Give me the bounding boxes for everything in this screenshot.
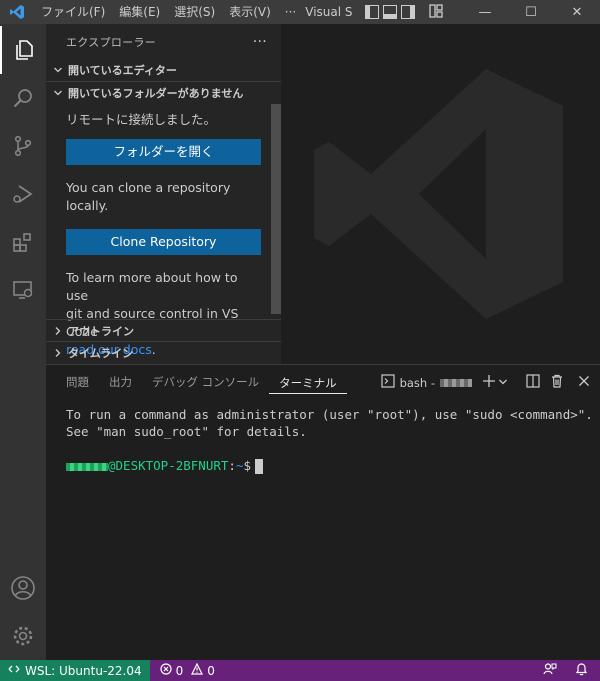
run-debug-icon[interactable] [0, 170, 46, 218]
layout-controls [365, 3, 443, 21]
chevron-right-icon [50, 326, 66, 336]
sidebar-header: エクスプローラー ··· [46, 24, 281, 59]
section-open-editors-label: 開いているエディター [68, 64, 177, 77]
tab-problems[interactable]: 問題 [56, 365, 99, 400]
tab-terminal[interactable]: ターミナル [269, 372, 347, 394]
status-right [543, 662, 600, 679]
remote-label: WSL: Ubuntu-22.04 [25, 663, 142, 678]
gear-icon[interactable] [0, 612, 46, 660]
error-count: 0 [175, 663, 184, 678]
terminal-selector[interactable]: bash - [380, 374, 472, 391]
chevron-down-icon[interactable] [498, 376, 508, 390]
tab-debug-console[interactable]: デバッグ コンソール [142, 365, 269, 400]
chevron-down-icon [50, 65, 66, 75]
toggle-secondary-sidebar-icon[interactable] [401, 5, 416, 19]
menu-more[interactable]: ··· [278, 0, 303, 24]
menu-bar: ファイル(F) 編集(E) 選択(S) 表示(V) ··· [34, 0, 303, 24]
error-icon [160, 663, 172, 678]
clone-repository-button[interactable]: Clone Repository [66, 229, 261, 255]
section-no-folder[interactable]: 開いているフォルダーがありません [46, 81, 281, 103]
remote-indicator[interactable]: WSL: Ubuntu-22.04 [0, 660, 150, 681]
window-buttons: — ☐ ✕ [462, 0, 600, 24]
explorer-sidebar: エクスプローラー ··· 開いているエディター 開いているフォルダーがありません… [46, 24, 281, 364]
terminal-prompt: @DESKTOP-2BFNURT:~$ [66, 457, 580, 474]
section-outline-label: アウトライン [68, 324, 134, 338]
panel-tabs: 問題 出力 デバッグ コンソール ターミナル bash - [46, 365, 600, 400]
learn-more-line-1: To learn more about how to use [66, 270, 238, 303]
new-terminal-icon[interactable] [482, 374, 496, 391]
prompt-colon: : [228, 458, 236, 473]
problems-indicator[interactable]: 0 0 [150, 662, 215, 678]
feedback-icon[interactable] [543, 662, 557, 679]
source-control-icon[interactable] [0, 122, 46, 170]
toggle-sidebar-icon[interactable] [365, 5, 380, 19]
customize-layout-icon[interactable] [429, 3, 443, 21]
vscode-logo-icon [0, 0, 34, 24]
chevron-down-icon [50, 88, 66, 98]
tab-output[interactable]: 出力 [99, 365, 142, 400]
section-outline[interactable]: アウトライン [46, 319, 281, 341]
toggle-panel-icon[interactable] [383, 5, 398, 19]
bottom-panel: 問題 出力 デバッグ コンソール ターミナル bash - To run a c… [46, 364, 600, 660]
menu-edit[interactable]: 編集(E) [112, 0, 167, 24]
terminal-cursor [255, 459, 264, 474]
clone-text: You can clone a repository locally. [66, 180, 231, 213]
window-title: Visual S [305, 5, 353, 19]
editor-area[interactable] [281, 24, 600, 364]
section-timeline[interactable]: タイムライン [46, 341, 281, 363]
trash-icon[interactable] [550, 374, 564, 391]
search-icon[interactable] [0, 74, 46, 122]
menu-file[interactable]: ファイル(F) [34, 0, 112, 24]
menu-selection[interactable]: 選択(S) [167, 0, 222, 24]
remote-explorer-icon[interactable] [0, 266, 46, 314]
section-no-folder-label: 開いているフォルダーがありません [68, 86, 244, 100]
minimize-button[interactable]: — [462, 0, 508, 24]
status-bar: WSL: Ubuntu-22.04 0 0 [0, 660, 600, 681]
terminal-line-1: To run a command as administrator (user … [66, 407, 593, 422]
open-folder-button[interactable]: フォルダーを開く [66, 139, 261, 165]
maximize-button[interactable]: ☐ [508, 0, 554, 24]
explorer-icon[interactable] [0, 26, 46, 74]
section-timeline-label: タイムライン [68, 346, 134, 360]
chevron-right-icon [50, 348, 66, 358]
warning-count: 0 [207, 663, 215, 678]
menu-view[interactable]: 表示(V) [222, 0, 278, 24]
remote-connected-text: リモートに接続しました。 [66, 112, 217, 127]
split-terminal-icon[interactable] [526, 374, 540, 391]
remote-icon [8, 663, 20, 678]
terminal-output[interactable]: To run a command as administrator (user … [46, 400, 600, 480]
panel-actions: bash - [380, 374, 600, 391]
bell-icon[interactable] [575, 662, 588, 679]
section-open-editors[interactable]: 開いているエディター [46, 59, 281, 81]
accounts-icon[interactable] [0, 564, 46, 612]
prompt-host: @DESKTOP-2BFNURT [108, 458, 229, 473]
sidebar-scrollbar[interactable] [271, 104, 281, 314]
close-window-button[interactable]: ✕ [554, 0, 600, 24]
redacted-username [66, 462, 108, 471]
warning-icon [191, 662, 204, 678]
sidebar-title: エクスプローラー [66, 35, 157, 49]
extensions-icon[interactable] [0, 218, 46, 266]
activity-bar [0, 24, 46, 660]
terminal-icon [380, 374, 395, 391]
terminal-line-2: See "man sudo_root" for details. [66, 424, 307, 439]
redacted-text [440, 378, 472, 387]
title-bar: ファイル(F) 編集(E) 選択(S) 表示(V) ··· Visual S —… [0, 0, 600, 24]
prompt-symbol: $ [243, 458, 252, 473]
terminal-name: bash - [399, 375, 435, 390]
vscode-watermark-icon [314, 69, 563, 319]
sidebar-more-button[interactable]: ··· [253, 34, 267, 50]
close-icon[interactable] [578, 375, 590, 390]
